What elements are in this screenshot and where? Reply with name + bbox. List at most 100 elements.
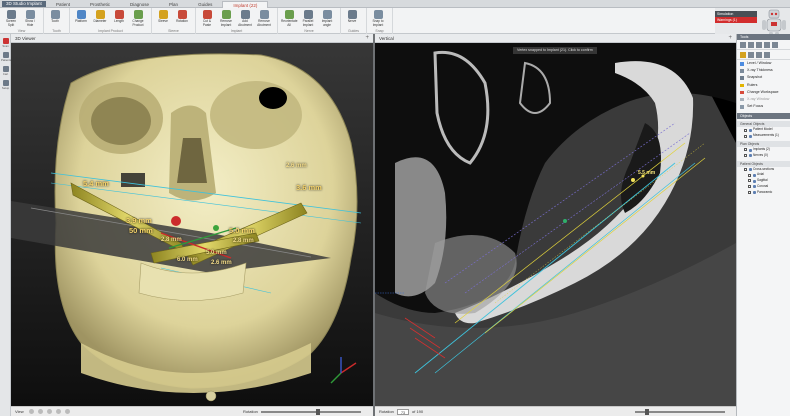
tab-plan[interactable]: Plan (159, 1, 188, 8)
view-preset-icon[interactable] (65, 409, 70, 414)
left-tool-patients[interactable]: Patients (1, 52, 12, 64)
viewer-3d-add-icon[interactable]: + (365, 34, 369, 43)
tab-diagnose[interactable]: Diagnose (120, 1, 159, 8)
tab-guides[interactable]: Guides (188, 1, 222, 8)
tree-item[interactable]: Measurements (1) (737, 133, 790, 139)
measurement-label[interactable]: 5.4 mm (83, 179, 109, 188)
show-hide-button[interactable]: Show / Hide (22, 10, 38, 28)
tab-patient[interactable]: Patient (46, 1, 80, 8)
ct-slice-render[interactable] (375, 43, 736, 406)
rotate-tool-icon[interactable] (764, 42, 770, 48)
ribbon-button-label: Nerve (347, 19, 357, 23)
view-preset-icon[interactable] (38, 409, 43, 414)
view-preset-icon[interactable] (56, 409, 61, 414)
screen-split-button[interactable]: Screen Split (3, 10, 19, 28)
diameter-button[interactable]: Diameter (92, 10, 108, 28)
visibility-checkbox[interactable] (744, 128, 747, 132)
save-tool-icon[interactable] (748, 52, 754, 58)
lock-tool-icon[interactable] (740, 52, 746, 58)
rotation-label: Rotation (243, 409, 258, 414)
tree-item[interactable]: Nerves (0) (737, 153, 790, 159)
left-tool-setup[interactable]: Setup (1, 80, 10, 92)
parallel-implant-button[interactable]: Parallel Implant (300, 10, 316, 28)
left-tool-scan[interactable]: Scan (1, 38, 10, 50)
viewer-3d[interactable]: 5.4 mm 2.6 mm 3.9 mm 50 mm 3.6 mm 2.8 mm… (11, 43, 373, 406)
tool-snapshot[interactable]: Snapshot (737, 74, 790, 81)
slice-slider-handle[interactable] (645, 409, 649, 415)
measurement-label[interactable]: 2.6 mm (286, 163, 307, 169)
snap-to-implant-button[interactable]: Snap to Implant (370, 10, 386, 28)
visibility-checkbox[interactable] (744, 154, 747, 158)
sleeve-button[interactable]: Sleeve (155, 10, 171, 28)
add-abutment-button[interactable]: Add Abutment (237, 10, 253, 28)
status-warnings[interactable]: Warnings (1) (715, 17, 757, 23)
pan-tool-icon[interactable] (756, 42, 762, 48)
remove-implant-button[interactable]: Remove Implant (218, 10, 234, 28)
length-button[interactable]: Length (111, 10, 127, 28)
view-preset-icon[interactable] (47, 409, 52, 414)
tool-change-workspace[interactable]: Change Workspace (737, 89, 790, 96)
measurement-label[interactable]: 3.6 mm (296, 183, 322, 192)
ct-measurement-label[interactable]: 5.5 mm (638, 170, 655, 176)
zoom-tool-icon[interactable] (748, 42, 754, 48)
rotation-button[interactable]: Rotation (174, 10, 190, 28)
tree-item-label: Patient Model (753, 127, 773, 132)
view-presets (29, 409, 70, 414)
reorientate-all-button[interactable]: Reorientate All (281, 10, 297, 28)
tab-implant-22[interactable]: Implant (22) (222, 1, 269, 8)
left-tool-cart[interactable]: Cart (1, 66, 10, 78)
viewer-ct[interactable]: Vertex snapped to Implant (21). Click to… (375, 43, 736, 406)
grid-tool-icon[interactable] (772, 42, 778, 48)
length-icon (114, 10, 124, 19)
tree-item-label: Coronal (757, 183, 769, 188)
visibility-checkbox[interactable] (748, 191, 751, 195)
view-preset-icon[interactable] (29, 409, 34, 414)
tree-item[interactable]: Panoramic (737, 190, 790, 196)
measurement-label[interactable]: 2.8 mm (161, 237, 182, 243)
skull-render[interactable] (11, 43, 373, 406)
measurement-label[interactable]: 5.0 mm (206, 250, 227, 256)
tool-level-window[interactable]: Level / Window (737, 60, 790, 67)
visibility-checkbox[interactable] (744, 167, 747, 171)
slice-number-input[interactable]: 73 (397, 409, 409, 415)
add-abutment-icon (240, 10, 250, 19)
tooth-button[interactable]: Tooth (47, 10, 63, 28)
measurement-label[interactable]: 2.6 mm (211, 260, 232, 266)
measurement-label[interactable]: 2.8 mm (233, 238, 254, 244)
tab-prosthetic[interactable]: Prosthetic (80, 1, 120, 8)
change-product-button[interactable]: Change Product (130, 10, 146, 28)
measurement-label[interactable]: 3.9 mm (126, 216, 152, 225)
snap-toast[interactable]: Vertex snapped to Implant (21). Click to… (513, 47, 597, 54)
top-tab-strip: 3D Studio Implant Patient Prosthetic Diagn… (0, 0, 790, 8)
tool-set-focus[interactable]: Set Focus (737, 103, 790, 110)
visibility-checkbox[interactable] (748, 173, 751, 177)
status-area: Simulation Warnings (1) (715, 8, 790, 41)
cut-paste-button[interactable]: Cut & Paste (199, 10, 215, 28)
visibility-checkbox[interactable] (744, 148, 747, 152)
visibility-checkbox[interactable] (748, 185, 751, 189)
visibility-checkbox[interactable] (748, 179, 751, 183)
tool-rulers[interactable]: Rulers (737, 82, 790, 89)
viewer-ct-add-icon[interactable]: + (728, 34, 732, 43)
measurement-label[interactable]: 6.0 mm (177, 257, 198, 263)
rotation-slider[interactable] (261, 411, 361, 413)
change-workspace-icon (740, 90, 744, 95)
rulers-icon (740, 83, 744, 88)
nerve-button[interactable]: Nerve (344, 10, 360, 28)
measurement-label[interactable]: 5.0 mm (229, 226, 255, 235)
app-title[interactable]: 3D Studio Implant (2, 1, 46, 7)
undo-icon[interactable] (756, 52, 762, 58)
select-tool-icon[interactable] (740, 42, 746, 48)
redo-icon[interactable] (764, 52, 770, 58)
measurement-label[interactable]: 50 mm (129, 226, 153, 235)
tool-label: Change Workspace (747, 89, 779, 94)
tree-item-label: Sagittal (757, 178, 768, 183)
platform-button[interactable]: Platform (73, 10, 89, 28)
status-box[interactable]: Simulation Warnings (1) (715, 11, 757, 23)
remove-abutment-button[interactable]: Remove Abutment (256, 10, 272, 28)
visibility-checkbox[interactable] (744, 134, 747, 138)
tool-x-ray-thickness[interactable]: X-ray Thickness (737, 67, 790, 74)
left-tool-label: Patients (1, 58, 12, 62)
implant-angle-button[interactable]: Implant angle (319, 10, 335, 28)
rotation-slider-handle[interactable] (316, 409, 320, 415)
